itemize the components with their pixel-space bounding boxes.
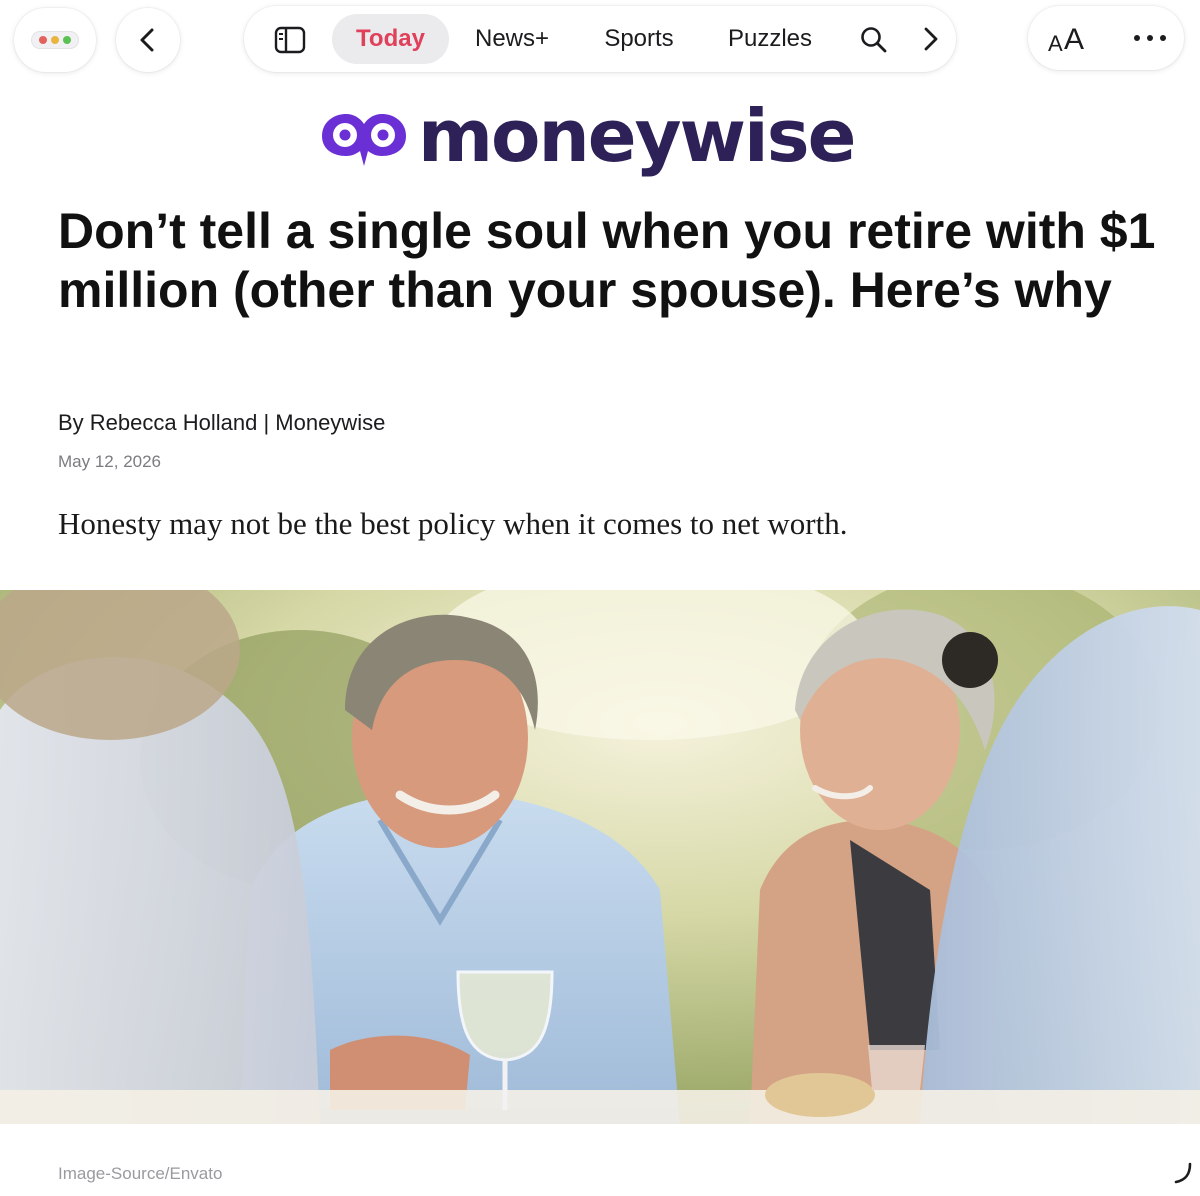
tab-news-plus[interactable]: News+ — [466, 14, 558, 64]
top-toolbar: Today News+ Sports Puzzles A A — [0, 0, 1200, 96]
resize-corner-icon[interactable] — [1170, 1160, 1196, 1186]
article-headline: Don’t tell a single soul when you retire… — [58, 203, 1156, 318]
article-date: May 12, 2026 — [58, 452, 162, 471]
article-dek: Honesty may not be the best policy when … — [58, 506, 848, 541]
article-byline[interactable]: By Rebecca Holland | Moneywise — [58, 410, 385, 436]
traffic-lights — [31, 31, 79, 49]
text-size-button[interactable]: A A — [1046, 20, 1088, 56]
window-controls[interactable] — [14, 8, 96, 72]
close-window-dot[interactable] — [39, 36, 47, 44]
moneywise-wordmark: moneywise — [418, 94, 856, 178]
back-button[interactable] — [116, 8, 180, 72]
moneywise-owl-logo-icon — [322, 114, 406, 166]
publisher-masthead[interactable]: moneywise — [318, 94, 888, 180]
minimize-window-dot[interactable] — [51, 36, 59, 44]
chevron-right-icon[interactable] — [920, 26, 942, 52]
ellipsis-dot — [1134, 35, 1140, 41]
ellipsis-dot — [1160, 35, 1166, 41]
text-size-big-letter: A — [1064, 23, 1085, 56]
image-credit: Image-Source/Envato — [58, 1164, 223, 1183]
tab-puzzles[interactable]: Puzzles — [720, 14, 820, 64]
ellipsis-dot — [1147, 35, 1153, 41]
more-options-button[interactable] — [1132, 26, 1168, 50]
tab-bar: Today News+ Sports Puzzles — [244, 6, 956, 72]
chevron-left-icon — [140, 28, 154, 52]
tab-sports[interactable]: Sports — [594, 14, 684, 64]
hero-photo-illustration — [0, 590, 1200, 1124]
zoom-window-dot[interactable] — [63, 36, 71, 44]
text-size-small-letter: A — [1048, 31, 1063, 56]
search-icon[interactable] — [860, 26, 888, 54]
tab-today[interactable]: Today — [332, 14, 449, 64]
article-hero-image — [0, 590, 1200, 1124]
sidebar-toggle-icon[interactable] — [274, 26, 306, 54]
toolbar-actions: A A — [1028, 6, 1184, 70]
